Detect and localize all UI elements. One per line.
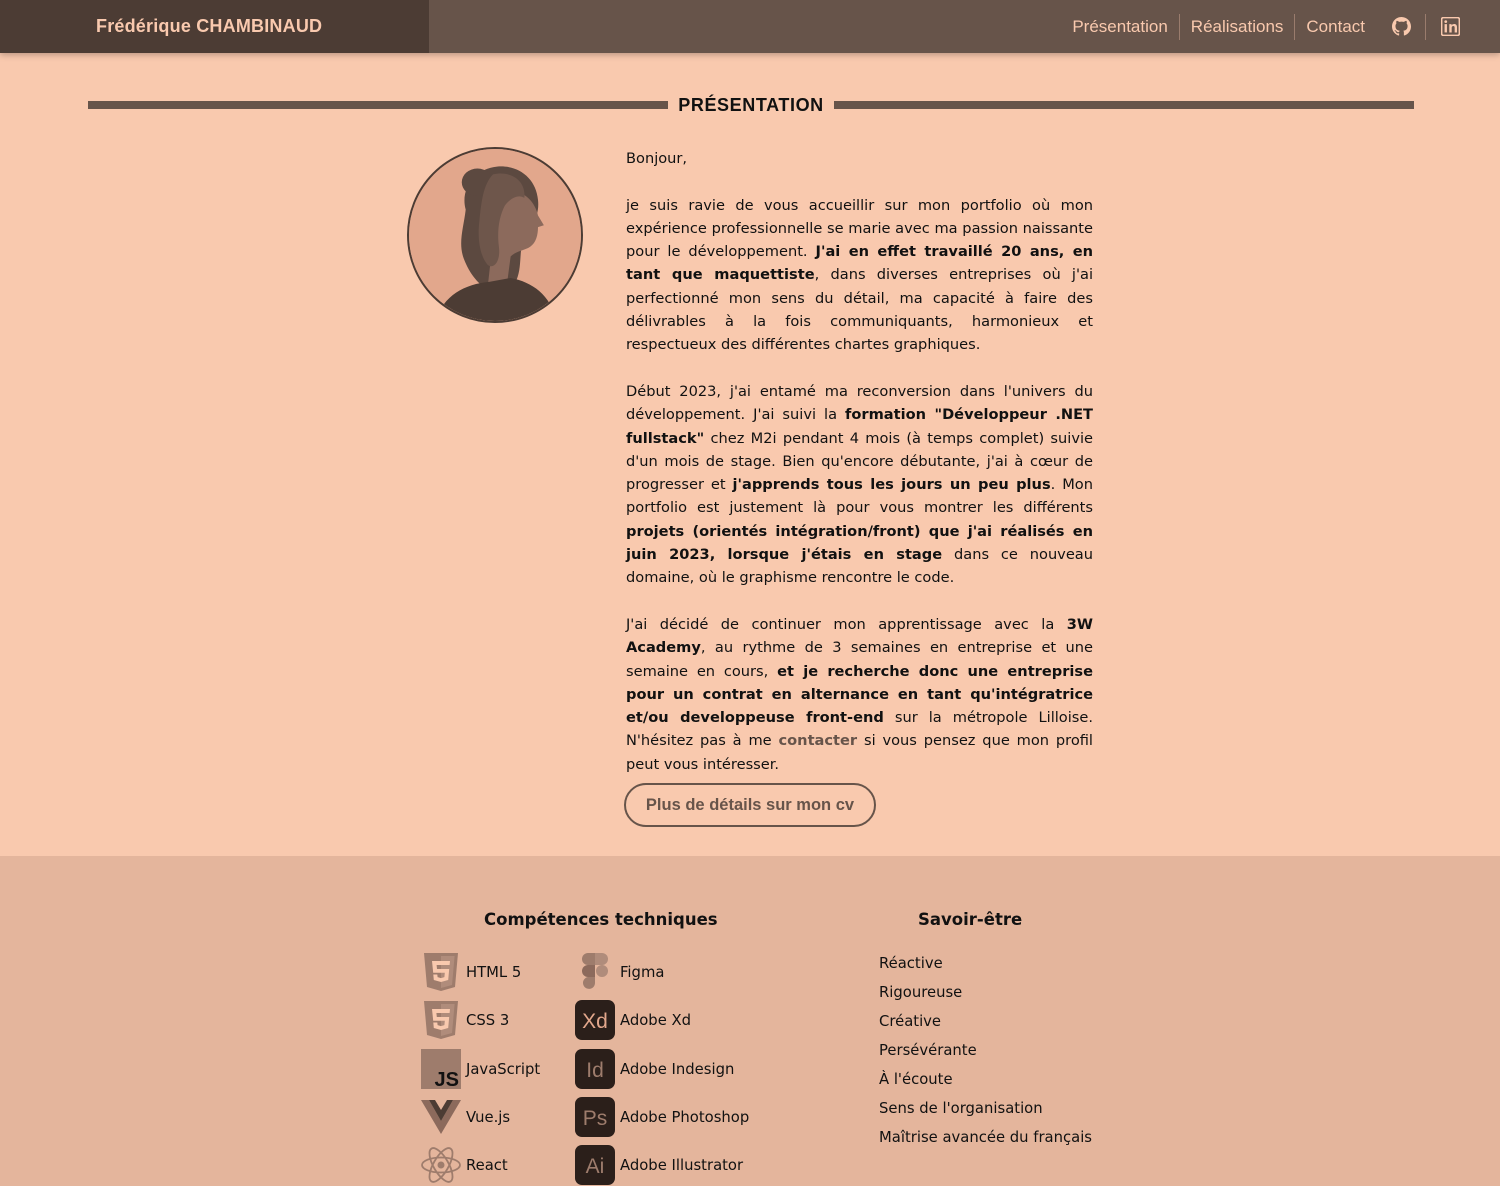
skill-react: React [420, 1144, 508, 1186]
skill-adobe-xd: Xd Adobe Xd [574, 999, 691, 1041]
linkedin-icon [1440, 17, 1460, 36]
soft-skill-item: Persévérante [879, 1042, 977, 1059]
adobe-photoshop-icon: Ps [574, 1096, 616, 1138]
soft-skills-title: Savoir-être [918, 910, 1023, 929]
svg-text:Id: Id [586, 1059, 604, 1082]
soft-skill-item: Rigoureuse [879, 984, 963, 1001]
svg-text:Ai: Ai [586, 1155, 605, 1178]
bio-paragraph-2: Début 2023, j'ai entamé ma reconversion … [626, 380, 1093, 590]
profile-silhouette-icon [409, 149, 581, 321]
javascript-icon: JS [420, 1048, 462, 1090]
skill-label: HTML 5 [466, 963, 522, 981]
skill-label: Adobe Xd [620, 1011, 692, 1029]
greeting-text: Bonjour, [626, 150, 688, 167]
text: J'ai décidé de continuer mon apprentissa… [626, 615, 1067, 633]
top-navbar: Frédérique CHAMBINAUD Présentation Réali… [0, 0, 1500, 53]
skill-label: JavaScript [466, 1060, 541, 1078]
adobe-indesign-icon: Id [574, 1048, 616, 1090]
skill-adobe-indesign: Id Adobe Indesign [574, 1048, 734, 1090]
github-link[interactable] [1377, 14, 1425, 40]
bio-greeting: Bonjour, [626, 147, 1093, 170]
title-rule-right [833, 101, 1415, 109]
skills-section: Compétences techniques Savoir-être HTML … [0, 856, 1500, 1186]
skill-label: Adobe Illustrator [620, 1156, 744, 1174]
svg-text:JS: JS [435, 1069, 459, 1090]
skill-figma: Figma [574, 951, 664, 993]
soft-skill-item: Réactive [879, 955, 943, 972]
avatar [407, 147, 583, 323]
skill-vuejs: Vue.js [420, 1096, 510, 1138]
bold-text: j'apprends tous les jours un peu plus [732, 476, 1051, 494]
nav-link-realisations[interactable]: Réalisations [1180, 14, 1295, 40]
nav-link-presentation[interactable]: Présentation [1061, 14, 1178, 40]
brand-name[interactable]: Frédérique CHAMBINAUD [96, 16, 322, 37]
skill-label: React [466, 1156, 508, 1174]
main-nav: Présentation Réalisations Contact [1061, 0, 1500, 53]
skill-label: Adobe Photoshop [620, 1108, 750, 1126]
cv-details-button[interactable]: Plus de détails sur mon cv [624, 783, 876, 827]
adobe-xd-icon: Xd [574, 999, 616, 1041]
bio-paragraph-1: je suis ravie de vous accueillir sur mon… [626, 194, 1093, 357]
nav-link-contact[interactable]: Contact [1295, 14, 1376, 40]
bio-paragraph-3: J'ai décidé de continuer mon apprentissa… [626, 613, 1093, 776]
vuejs-icon [420, 1096, 462, 1138]
skill-adobe-illustrator: Ai Adobe Illustrator [574, 1144, 743, 1186]
section-title: PRÉSENTATION [678, 94, 824, 115]
skill-label: Figma [620, 963, 665, 981]
soft-skill-item: Créative [879, 1013, 942, 1030]
svg-text:Ps: Ps [583, 1107, 608, 1130]
skill-css3: CSS 3 [420, 999, 509, 1041]
skill-label: Vue.js [466, 1108, 511, 1126]
skill-javascript: JS JavaScript [420, 1048, 540, 1090]
bio-text: Bonjour, je suis ravie de vous accueilli… [626, 147, 1093, 799]
github-icon [1391, 17, 1411, 36]
svg-text:Xd: Xd [582, 1010, 608, 1033]
css3-icon [420, 999, 462, 1041]
skill-label: Adobe Indesign [620, 1060, 735, 1078]
html5-icon [420, 951, 462, 993]
linkedin-link[interactable] [1426, 14, 1474, 40]
skill-html5: HTML 5 [420, 951, 521, 993]
brand-block[interactable]: Frédérique CHAMBINAUD [0, 0, 429, 53]
skill-adobe-photoshop: Ps Adobe Photoshop [574, 1096, 749, 1138]
contact-link[interactable]: contacter [779, 732, 858, 749]
figma-icon [574, 951, 616, 993]
soft-skill-item: Sens de l'organisation [879, 1100, 1043, 1117]
skill-label: CSS 3 [466, 1011, 510, 1029]
soft-skill-item: Maîtrise avancée du français [879, 1129, 1093, 1146]
tech-skills-title: Compétences techniques [484, 910, 718, 929]
section-heading: PRÉSENTATION [88, 92, 1415, 118]
react-icon [420, 1144, 462, 1186]
soft-skill-item: À l'écoute [879, 1071, 953, 1088]
title-rule-left [88, 101, 669, 109]
adobe-illustrator-icon: Ai [574, 1144, 616, 1186]
